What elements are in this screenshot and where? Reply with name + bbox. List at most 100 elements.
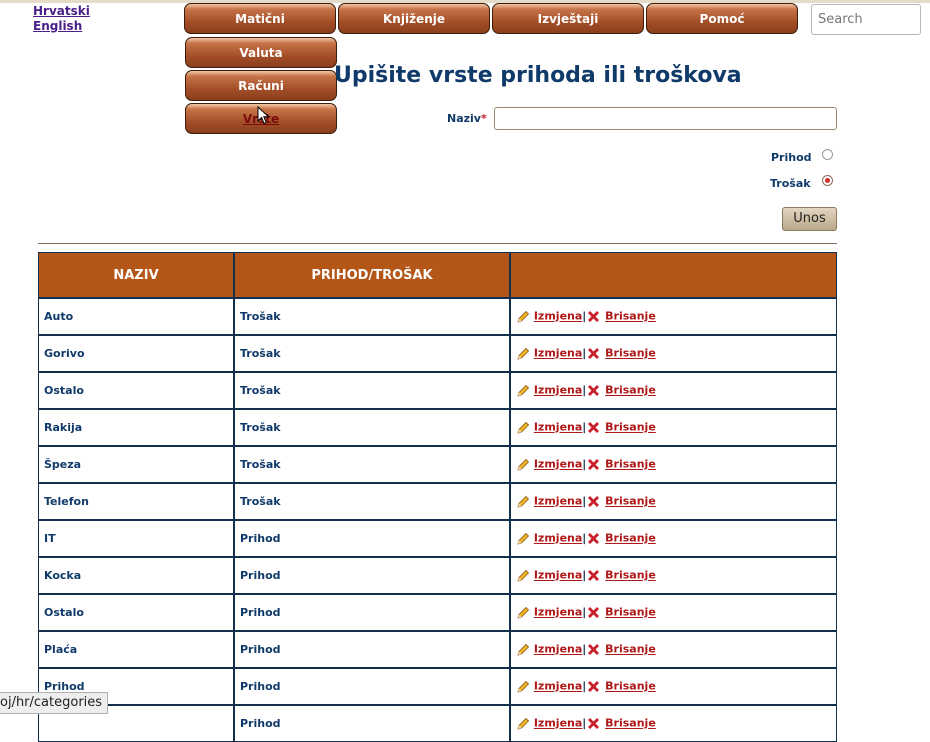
delete-link[interactable]: Brisanje [605,495,656,508]
name-input[interactable] [494,107,837,130]
pencil-icon [516,606,530,619]
row-actions: Izmjena| Brisanje [510,409,837,446]
delete-link[interactable]: Brisanje [605,643,656,656]
row-name: Špeza [38,446,234,483]
row-name: Plaća [38,631,234,668]
table-row: Rakija Trošak Izmjena| Brisanje [38,409,837,446]
row-actions: Izmjena| Brisanje [510,335,837,372]
row-actions: Izmjena| Brisanje [510,557,837,594]
delete-link[interactable]: Brisanje [605,680,656,693]
categories-table: NAZIV PRIHOD/TROŠAK Auto Trošak Izmjena| … [38,252,837,742]
pencil-icon [516,458,530,471]
row-type: Prihod [234,668,510,705]
row-name: Telefon [38,483,234,520]
delete-icon [586,347,601,360]
edit-link[interactable]: Izmjena [534,680,582,693]
pencil-icon [516,495,530,508]
table-row: Telefon Trošak Izmjena| Brisanje [38,483,837,520]
edit-link[interactable]: Izmjena [534,532,582,545]
row-actions: Izmjena| Brisanje [510,594,837,631]
row-type: Prihod [234,557,510,594]
delete-icon [586,495,601,508]
delete-link[interactable]: Brisanje [605,717,656,730]
row-name: Kocka [38,557,234,594]
edit-link[interactable]: Izmjena [534,717,582,730]
delete-link[interactable]: Brisanje [605,458,656,471]
radio-expense[interactable] [822,175,833,186]
nav-knjizenje-button[interactable]: Knjiženje [338,3,490,34]
edit-link[interactable]: Izmjena [534,458,582,471]
submit-button[interactable]: Unos [782,207,837,231]
nav-izvjestaji-button[interactable]: Izvještaji [492,3,644,34]
radio-income-label: Prihod [771,151,812,164]
edit-link[interactable]: Izmjena [534,606,582,619]
delete-icon [586,310,601,323]
edit-link[interactable]: Izmjena [534,421,582,434]
row-actions: Izmjena| Brisanje [510,705,837,742]
mouse-cursor-icon [257,106,270,125]
required-mark: * [480,112,487,125]
edit-link[interactable]: Izmjena [534,495,582,508]
page-title: Upišite vrste prihoda ili troškova [334,63,742,88]
row-type: Trošak [234,372,510,409]
delete-icon [586,458,601,471]
row-name: Rakija [38,409,234,446]
pencil-icon [516,680,530,693]
row-name: Ostalo [38,372,234,409]
row-actions: Izmjena| Brisanje [510,631,837,668]
pencil-icon [516,643,530,656]
edit-link[interactable]: Izmjena [534,384,582,397]
delete-link[interactable]: Brisanje [605,347,656,360]
row-name: Auto [38,298,234,335]
row-type: Trošak [234,409,510,446]
row-name: Ostalo [38,594,234,631]
table-row: Kocka Prihod Izmjena| Brisanje [38,557,837,594]
delete-icon [586,421,601,434]
column-header-actions [510,252,837,298]
row-type: Trošak [234,298,510,335]
row-type: Trošak [234,483,510,520]
language-link-english[interactable]: English [33,19,82,33]
delete-icon [586,680,601,693]
row-actions: Izmjena| Brisanje [510,520,837,557]
row-actions: Izmjena| Brisanje [510,446,837,483]
table-row: Špeza Trošak Izmjena| Brisanje [38,446,837,483]
delete-link[interactable]: Brisanje [605,384,656,397]
search-input[interactable] [811,4,921,35]
delete-link[interactable]: Brisanje [605,421,656,434]
delete-link[interactable]: Brisanje [605,606,656,619]
nav-maticni-button[interactable]: Matični [184,3,336,34]
edit-link[interactable]: Izmjena [534,310,582,323]
pencil-icon [516,347,530,360]
edit-link[interactable]: Izmjena [534,569,582,582]
radio-income[interactable] [822,149,833,160]
delete-icon [586,569,601,582]
column-header-naziv: NAZIV [38,252,234,298]
table-row: Gorivo Trošak Izmjena| Brisanje [38,335,837,372]
pencil-icon [516,310,530,323]
radio-expense-label: Trošak [770,177,811,190]
edit-link[interactable]: Izmjena [534,347,582,360]
pencil-icon [516,717,530,730]
delete-icon [586,532,601,545]
row-type: Prihod [234,520,510,557]
delete-icon [586,643,601,656]
row-type: Trošak [234,335,510,372]
delete-link[interactable]: Brisanje [605,532,656,545]
table-row: Prihod Izmjena| Brisanje [38,705,837,742]
nav-pomoc-button[interactable]: Pomoć [646,3,798,34]
table-row: Ostalo Trošak Izmjena| Brisanje [38,372,837,409]
submenu-racuni-item[interactable]: Računi [185,70,337,101]
submenu-valuta-item[interactable]: Valuta [185,37,337,68]
delete-link[interactable]: Brisanje [605,310,656,323]
table-row: Plaća Prihod Izmjena| Brisanje [38,631,837,668]
delete-link[interactable]: Brisanje [605,569,656,582]
row-name: IT [38,520,234,557]
table-row: Auto Trošak Izmjena| Brisanje [38,298,837,335]
language-link-croatian[interactable]: Hrvatski [33,4,90,18]
row-type: Prihod [234,594,510,631]
status-bar-url: oj/hr/categories [0,692,109,714]
table-row: IT Prihod Izmjena| Brisanje [38,520,837,557]
delete-icon [586,606,601,619]
edit-link[interactable]: Izmjena [534,643,582,656]
